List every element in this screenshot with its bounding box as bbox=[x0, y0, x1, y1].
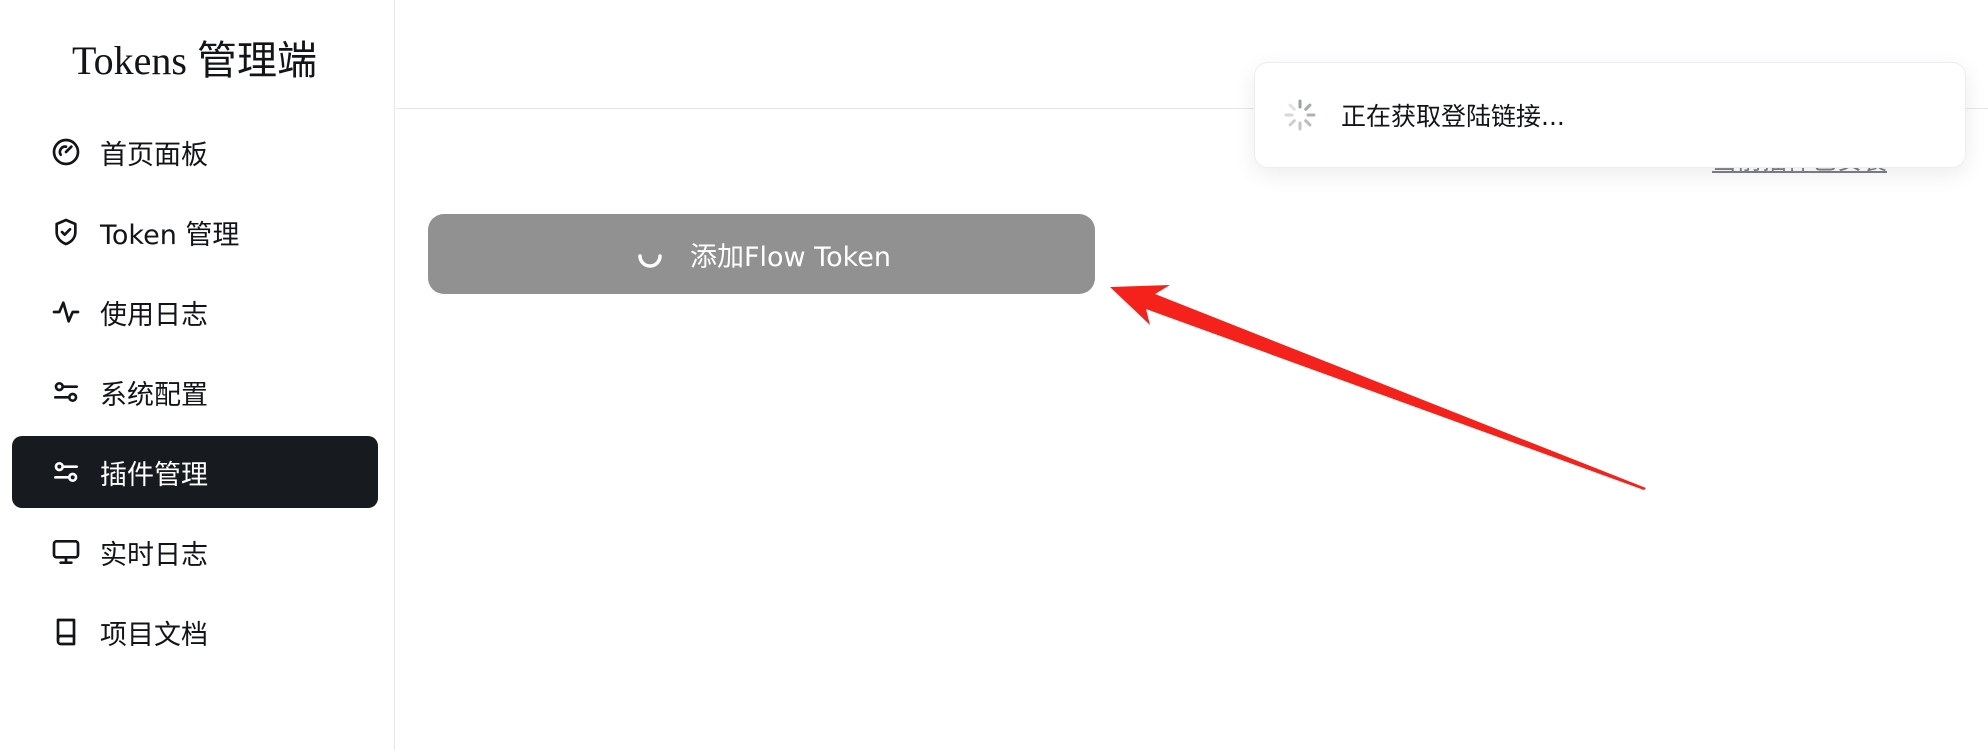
sidebar-item-system-config[interactable]: 系统配置 bbox=[12, 356, 378, 428]
dashboard-gauge-icon bbox=[50, 136, 82, 168]
sidebar-item-realtime-logs[interactable]: 实时日志 bbox=[12, 516, 378, 588]
sidebar-item-token-management[interactable]: Token 管理 bbox=[12, 196, 378, 268]
add-flow-token-button[interactable]: 添加Flow Token bbox=[428, 214, 1095, 294]
toast-notification: 正在获取登陆链接... bbox=[1254, 62, 1966, 168]
sidebar: Tokens 管理端 首页面板 Token 管理 使用日志 系统配置 插件管理 … bbox=[0, 0, 395, 750]
sidebar-item-label: 首页面板 bbox=[100, 139, 208, 171]
sidebar-item-label: 插件管理 bbox=[100, 459, 208, 491]
sidebar-item-label: 实时日志 bbox=[100, 539, 208, 571]
app-title: Tokens 管理端 bbox=[72, 38, 317, 83]
activity-icon bbox=[50, 296, 82, 328]
loading-spinner-icon bbox=[632, 236, 668, 272]
loading-spinner-icon bbox=[1283, 98, 1317, 132]
sidebar-item-dashboard[interactable]: 首页面板 bbox=[12, 116, 378, 188]
shield-check-icon bbox=[50, 216, 82, 248]
settings-sliders-icon bbox=[50, 456, 82, 488]
book-icon bbox=[50, 616, 82, 648]
sidebar-item-project-docs[interactable]: 项目文档 bbox=[12, 596, 378, 668]
sidebar-item-label: 项目文档 bbox=[100, 619, 208, 651]
sidebar-item-label: 使用日志 bbox=[100, 299, 208, 331]
sidebar-item-label: 系统配置 bbox=[100, 379, 208, 411]
sidebar-item-label: Token 管理 bbox=[100, 219, 240, 251]
sidebar-item-usage-logs[interactable]: 使用日志 bbox=[12, 276, 378, 348]
toast-message: 正在获取登陆链接... bbox=[1341, 102, 1565, 131]
sidebar-item-plugin-management[interactable]: 插件管理 bbox=[12, 436, 378, 508]
sidebar-nav: 首页面板 Token 管理 使用日志 系统配置 插件管理 实时日志 项目文档 bbox=[12, 116, 378, 676]
monitor-icon bbox=[50, 536, 82, 568]
add-flow-token-label: 添加Flow Token bbox=[689, 241, 892, 273]
settings-sliders-icon bbox=[50, 376, 82, 408]
